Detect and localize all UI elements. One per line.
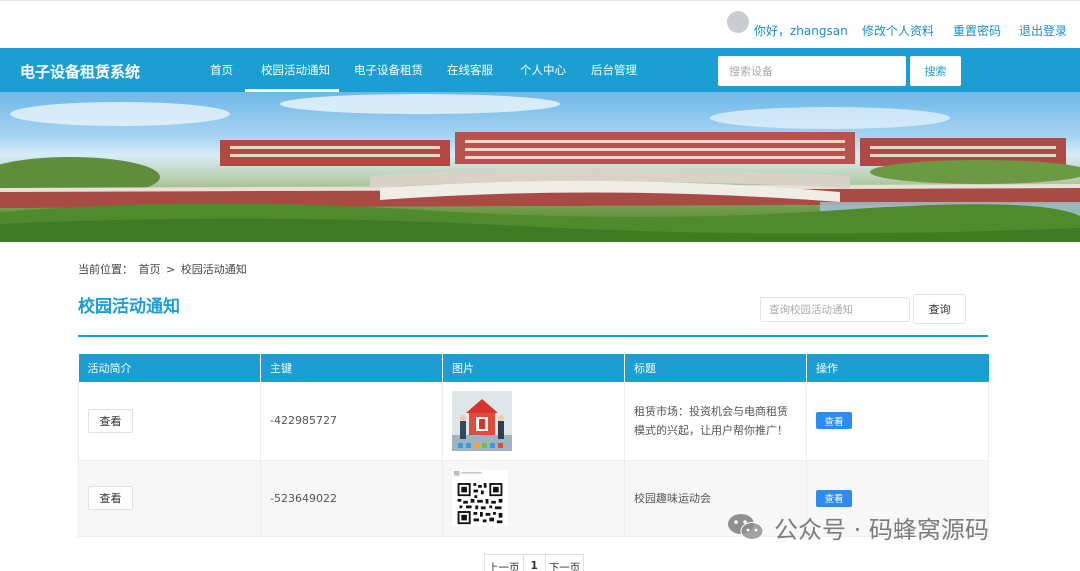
brand-title[interactable]: 电子设备租赁系统 xyxy=(20,61,140,82)
page-title: 校园活动通知 xyxy=(78,297,180,317)
image-cell xyxy=(442,460,625,537)
view-detail-button[interactable]: 查看 xyxy=(816,412,852,430)
view-intro-button[interactable]: 查看 xyxy=(88,408,133,433)
notice-search-button[interactable]: 查询 xyxy=(913,294,966,324)
view-intro-button[interactable]: 查看 xyxy=(88,486,133,510)
logout-link[interactable]: 退出登录 xyxy=(1019,22,1067,39)
device-search-input[interactable] xyxy=(718,56,906,86)
id-cell: -422985727 xyxy=(260,382,443,461)
image-cell xyxy=(442,382,625,461)
nav-item-home[interactable]: 首页 xyxy=(210,62,233,78)
nav-item-device-rental[interactable]: 电子设备租赁 xyxy=(354,62,423,78)
breadcrumb: 当前位置： 首页 > 校园活动通知 xyxy=(78,261,249,277)
id-cell: -523649022 xyxy=(260,460,443,537)
column-header-action: 操作 xyxy=(806,354,989,382)
current-page-number[interactable]: 1 xyxy=(522,555,545,571)
main-nav: 电子设备租赁系统 首页 校园活动通知 电子设备租赁 在线客服 个人中心 后台管理… xyxy=(0,48,1080,92)
breadcrumb-home-link[interactable]: 首页 xyxy=(139,263,161,276)
campus-banner-image xyxy=(0,92,1080,242)
column-header-image: 图片 xyxy=(442,354,625,382)
column-header-title: 标题 xyxy=(624,354,807,382)
breadcrumb-current: 校园活动通知 xyxy=(180,263,247,276)
title-cell: 租赁市场：投资机会与电商租赁模式的兴起，让用户帮你推广！ xyxy=(624,382,807,461)
avatar[interactable] xyxy=(727,11,749,33)
watermark-text: 公众号 · 码蜂窝源码 xyxy=(774,515,989,544)
pagination: 上一页 1 下一页 xyxy=(484,554,585,571)
next-page-button[interactable]: 下一页 xyxy=(544,555,584,571)
qr-code-thumbnail[interactable] xyxy=(452,468,508,528)
column-header-id: 主键 xyxy=(260,354,443,382)
breadcrumb-separator: > xyxy=(166,263,176,276)
table-header-row: 活动简介 主键 图片 标题 操作 xyxy=(78,354,989,382)
title-divider xyxy=(78,335,988,337)
nav-item-personal-center[interactable]: 个人中心 xyxy=(520,62,566,78)
device-search-button[interactable]: 搜索 xyxy=(910,56,961,86)
reset-password-link[interactable]: 重置密码 xyxy=(953,22,1001,39)
campus-scene-illustration xyxy=(0,94,1080,242)
prev-page-button[interactable]: 上一页 xyxy=(485,555,523,571)
nav-item-online-service[interactable]: 在线客服 xyxy=(447,62,493,78)
intro-cell: 查看 xyxy=(78,460,261,537)
intro-cell: 查看 xyxy=(78,382,261,461)
action-cell: 查看 xyxy=(806,382,989,461)
watermark: 公众号 · 码蜂窝源码 xyxy=(726,509,989,545)
nav-item-admin[interactable]: 后台管理 xyxy=(591,62,637,78)
nav-item-campus-notice[interactable]: 校园活动通知 xyxy=(261,62,330,78)
view-detail-button[interactable]: 查看 xyxy=(816,489,852,507)
table-row: 查看 -422985727 租赁市场：投资机会与电商租赁模式的兴起，让用户帮你推… xyxy=(78,382,989,461)
wechat-icon xyxy=(728,514,764,540)
user-bar: 你好，zhangsan 修改个人资料 重置密码 退出登录 xyxy=(0,0,1080,48)
edit-profile-link[interactable]: 修改个人资料 xyxy=(862,22,934,39)
column-header-intro: 活动简介 xyxy=(78,354,261,382)
rent-poster-thumbnail[interactable] xyxy=(452,390,512,451)
greeting-link[interactable]: 你好，zhangsan xyxy=(754,22,848,39)
breadcrumb-prefix: 当前位置： xyxy=(78,263,133,276)
notice-search-input[interactable] xyxy=(760,297,910,322)
